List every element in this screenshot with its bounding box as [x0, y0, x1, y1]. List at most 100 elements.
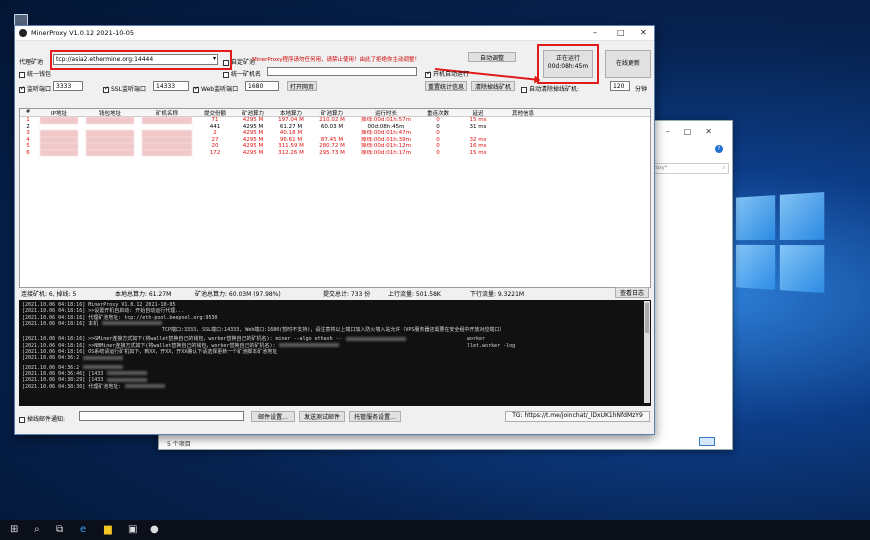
redacted-text: [83, 365, 123, 369]
redacted-text: [107, 378, 147, 382]
upload-traffic: 上行流量: 501.58K: [388, 289, 441, 298]
table-cell-ip: [40, 150, 78, 157]
auto-clear-checkbox[interactable]: 自动清除掉线矿机:: [521, 84, 579, 93]
table-cell-local: 312.26 M: [272, 150, 310, 157]
column-header[interactable]: #: [20, 109, 36, 116]
auto-adjust-button[interactable]: 自动调整: [468, 52, 516, 62]
title-bar: MinerProxy V1.0.12 2021-10-05 – □ ✕: [15, 26, 654, 41]
log-line: [2021.10.06 04:38:30] 代理矿池地址:: [22, 384, 648, 390]
minerproxy-window: MinerProxy V1.0.12 2021-10-05 – □ ✕ 代理矿池…: [14, 25, 655, 435]
details-view-icon[interactable]: [699, 437, 715, 446]
app-icon: [19, 29, 27, 37]
reset-stats-button[interactable]: 重置统计信息: [425, 81, 467, 91]
send-test-email-button[interactable]: 发送测试邮件: [299, 411, 345, 422]
table-cell-miner: [142, 150, 192, 157]
telegram-link[interactable]: TG: https://t.me/joinchat/_lDxUK1hNfdMzY…: [505, 411, 650, 422]
unified-miner-checkbox[interactable]: 统一矿机名: [223, 69, 261, 78]
log-line: TCP端口:3333, SSL端口:14333, Web端口:1680(暂时不支…: [22, 327, 648, 333]
folder-icon[interactable]: ▆: [104, 524, 112, 535]
table-row[interactable]: 6 172 4295 M 312.26 M 295.73 M 掉线:00d:01h:17m…: [20, 150, 650, 157]
table-cell-wallet: [86, 150, 134, 157]
offline-email-checkbox[interactable]: 掉线邮件通知:: [19, 414, 65, 423]
web-port-input[interactable]: 1680: [245, 81, 279, 91]
table-body: 1 71 4295 M 197.04 M 210.02 M 掉线:00d:01h:57m 0…: [20, 117, 650, 156]
column-header[interactable]: 钱包地址: [82, 109, 138, 116]
ssl-port-input[interactable]: 14333: [153, 81, 189, 91]
column-header[interactable]: 矿池算力: [234, 109, 272, 116]
column-header[interactable]: 延迟: [458, 109, 498, 116]
table-cell-hash2: 295.73 M: [310, 150, 354, 157]
column-header[interactable]: IP地址: [36, 109, 82, 116]
column-header[interactable]: 提交份额: [196, 109, 234, 116]
warning-text: MinerProxy程序请勿任何用，请禁止使用！由此了拒绝你主动调整！: [252, 55, 420, 63]
maximize-button[interactable]: □: [617, 28, 625, 37]
column-header[interactable]: 其他信息: [498, 109, 548, 116]
column-header[interactable]: 重连次数: [418, 109, 458, 116]
log-scrollbar[interactable]: [644, 301, 650, 403]
local-total-hashrate: 本地总算力: 61.27M: [115, 289, 171, 298]
table-cell-ip: [40, 117, 78, 124]
listen-port-input[interactable]: 3333: [53, 81, 83, 91]
explorer-window-controls[interactable]: –□✕: [666, 127, 726, 136]
item-count: 5 个项目: [167, 439, 191, 448]
hosting-settings-button[interactable]: 托管服务设置...: [349, 411, 401, 422]
task-view-icon[interactable]: ⧉: [56, 524, 63, 535]
redacted-text: [83, 356, 123, 360]
open-web-button[interactable]: 打开网页: [287, 81, 317, 91]
log-console[interactable]: [2021.10.06 04:18:16] MinerProxy V1.0.12…: [19, 300, 651, 406]
search-icon: ⌕: [722, 165, 725, 171]
redacted-text: [125, 384, 165, 388]
ssl-port-checkbox[interactable]: SSL监听端口: [103, 84, 146, 93]
table-cell-uptime: 掉线:00d:01h:17m: [354, 150, 418, 157]
minerproxy-taskbar-icon[interactable]: ●: [150, 524, 159, 535]
unified-wallet-checkbox[interactable]: 统一钱包: [19, 69, 51, 78]
table-cell-delay: 15 ms: [458, 150, 498, 157]
auto-clear-input[interactable]: 120: [610, 81, 630, 91]
unified-miner-input[interactable]: [267, 67, 417, 76]
column-header[interactable]: 矿池算力: [310, 109, 354, 116]
redacted-text: [107, 371, 147, 375]
log-line: [2021.10.06 04:36:2: [22, 355, 648, 361]
connected-count: 连接矿机: 6, 掉线: 5: [21, 289, 76, 298]
minimize-button[interactable]: –: [593, 28, 597, 37]
clear-offline-button[interactable]: 清除掉线矿机: [471, 81, 515, 91]
redacted-text: [102, 321, 162, 325]
listen-port-checkbox[interactable]: 监听端口: [19, 84, 51, 93]
close-button[interactable]: ✕: [640, 28, 647, 37]
proxy-pool-label: 代理矿池: [19, 57, 43, 66]
table-cell-pool: 4295 M: [234, 150, 272, 157]
help-icon[interactable]: ?: [715, 145, 723, 153]
offline-email-input[interactable]: [79, 411, 244, 421]
table-cell-wallet: [86, 117, 134, 124]
window-title: MinerProxy V1.0.12 2021-10-05: [31, 29, 134, 37]
redacted-text: [346, 337, 406, 341]
online-update-button[interactable]: 在线更新: [605, 50, 651, 78]
autostart-checkbox[interactable]: 开机自动运行: [425, 69, 469, 78]
windows-wallpaper-logo: [736, 192, 824, 293]
table-cell-reconn: 0: [418, 150, 458, 157]
column-header[interactable]: 矿机名称: [138, 109, 196, 116]
table-cell-n: 6: [20, 150, 36, 157]
submitted-total: 提交总计: 733 份: [323, 289, 370, 298]
column-header[interactable]: 运行时长: [354, 109, 418, 116]
pool-total-hashrate: 矿池总算力: 60.03M (97.98%): [195, 289, 281, 298]
view-log-button[interactable]: 查看日志: [615, 287, 649, 298]
explorer-search-input[interactable]: roxy* ⌕: [651, 163, 729, 174]
taskbar: ⊞ ⌕ ⧉ e ▆ ▣ ●: [0, 520, 870, 540]
table-cell-shares: 172: [196, 150, 234, 157]
custom-pool-checkbox[interactable]: 自定矿池: [223, 57, 255, 66]
email-settings-button[interactable]: 邮件设置...: [251, 411, 295, 422]
start-icon[interactable]: ⊞: [10, 524, 18, 535]
search-icon[interactable]: ⌕: [34, 524, 40, 535]
table-cell-miner: [142, 117, 192, 124]
table-cell-other: [498, 150, 548, 157]
download-traffic: 下行流量: 9.3221M: [470, 289, 524, 298]
redacted-text: [279, 343, 339, 347]
column-header[interactable]: 本地算力: [272, 109, 310, 116]
highlight-box-proxy: [50, 50, 232, 70]
highlight-box-running: [537, 44, 599, 84]
app-icon[interactable]: ▣: [128, 524, 137, 535]
edge-icon[interactable]: e: [80, 524, 86, 535]
web-port-checkbox[interactable]: Web监听端口: [193, 84, 238, 93]
table-header: # IP地址 钱包地址 矿机名称 提交份额 矿池算力 本地算力 矿池算力 运行时长 重连次数 延迟其…: [20, 109, 650, 117]
